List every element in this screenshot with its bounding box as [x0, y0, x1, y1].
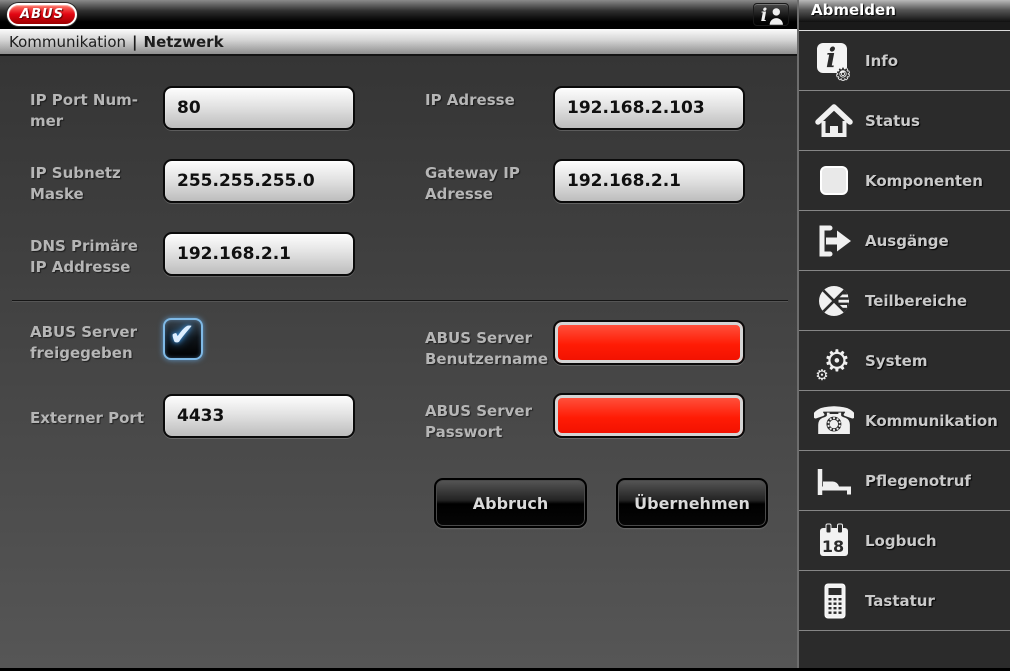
external-port-input[interactable] — [163, 394, 355, 438]
abus-server-username-input[interactable] — [553, 320, 745, 365]
sidebar-item-label: Pflegenotruf — [865, 472, 971, 490]
abus-server-password-label: ABUS Server Passwort — [425, 401, 545, 443]
breadcrumb: Kommunikation | Netzwerk — [0, 29, 797, 56]
sidebar-item-status[interactable]: Status — [799, 91, 1010, 151]
abus-logo: ABUS — [7, 3, 77, 26]
gateway-label: Gateway IP Adresse — [425, 163, 545, 205]
sidebar-item-pflegenotruf[interactable]: Pflegenotruf — [799, 451, 1010, 511]
dns-primary-input[interactable] — [163, 232, 355, 276]
keypad-icon — [814, 580, 854, 622]
abus-server-username-label: ABUS Server Benutzername — [425, 328, 545, 370]
info-gear-icon: i ⚙ — [814, 40, 854, 82]
svg-text:⚙: ⚙ — [815, 366, 828, 382]
apply-button[interactable]: Übernehmen — [616, 478, 768, 528]
info-user-icon: i — [756, 5, 786, 25]
sidebar-item-label: Info — [865, 52, 898, 70]
sidebar-item-label: Status — [865, 112, 920, 130]
sidebar-item-label: System — [865, 352, 927, 370]
sidebar-menu: Abmelden i ⚙ Info Status Komponenten — [797, 0, 1010, 668]
home-icon — [814, 100, 854, 142]
dns-primary-label: DNS Primäre IP Addresse — [30, 236, 150, 278]
section-divider — [12, 300, 788, 302]
subnet-mask-input[interactable] — [163, 159, 355, 203]
top-bar: ABUS i — [0, 0, 797, 29]
svg-text:i: i — [761, 5, 768, 25]
breadcrumb-section: Kommunikation — [9, 33, 126, 51]
ip-port-label: IP Port Num-mer — [30, 90, 150, 132]
sidebar-item-komponenten[interactable]: Komponenten — [799, 151, 1010, 211]
output-arrow-icon — [814, 220, 854, 262]
abus-server-enabled-checkbox[interactable]: ✔ — [163, 318, 203, 360]
sidebar-item-label: Kommunikation — [865, 412, 998, 430]
sidebar-item-kommunikation[interactable]: ☎ Kommunikation — [799, 391, 1010, 451]
gateway-input[interactable] — [553, 159, 745, 203]
gears-icon: ⚙ ⚙ — [814, 340, 854, 382]
ip-port-input[interactable] — [163, 86, 355, 130]
sidebar-item-ausgaenge[interactable]: Ausgänge — [799, 211, 1010, 271]
sidebar-item-system[interactable]: ⚙ ⚙ System — [799, 331, 1010, 391]
calendar-icon: 18 — [814, 520, 854, 562]
network-settings-form: IP Port Num-mer IP Adresse IP Subnetz Ma… — [0, 56, 797, 668]
breadcrumb-separator: | — [132, 33, 137, 51]
ip-address-label: IP Adresse — [425, 90, 545, 111]
sidebar-header-divider — [799, 22, 1010, 31]
ip-address-input[interactable] — [553, 86, 745, 130]
calendar-day-text: 18 — [822, 537, 844, 556]
abus-server-enabled-label: ABUS Server freigegeben — [30, 322, 150, 364]
external-port-label: Externer Port — [30, 408, 150, 429]
logout-button[interactable]: Abmelden — [799, 0, 1010, 22]
sidebar-item-info[interactable]: i ⚙ Info — [799, 31, 1010, 91]
sidebar-item-teilbereiche[interactable]: Teilbereiche — [799, 271, 1010, 331]
sidebar-item-label: Teilbereiche — [865, 292, 967, 310]
care-bed-icon — [814, 460, 854, 502]
user-info-button[interactable]: i — [753, 3, 789, 26]
component-square-icon — [814, 160, 854, 202]
checkmark-icon: ✔ — [169, 320, 195, 351]
sidebar-item-label: Komponenten — [865, 172, 983, 190]
abus-config-window: ABUS i Kommunikation | Netzwerk IP Port … — [0, 0, 1010, 671]
abus-server-password-input[interactable] — [553, 393, 745, 438]
svg-text:☎: ☎ — [814, 400, 854, 442]
partition-pie-icon — [814, 280, 854, 322]
svg-text:⚙: ⚙ — [835, 65, 850, 82]
phone-icon: ☎ — [814, 400, 854, 442]
subnet-mask-label: IP Subnetz Maske — [30, 163, 150, 205]
sidebar-item-label: Tastatur — [865, 592, 935, 610]
sidebar-item-label: Ausgänge — [865, 232, 949, 250]
sidebar-item-tastatur[interactable]: Tastatur — [799, 571, 1010, 631]
page-title: Netzwerk — [144, 33, 224, 51]
sidebar-item-label: Logbuch — [865, 532, 937, 550]
sidebar-item-logbuch[interactable]: 18 Logbuch — [799, 511, 1010, 571]
cancel-button[interactable]: Abbruch — [434, 478, 587, 528]
